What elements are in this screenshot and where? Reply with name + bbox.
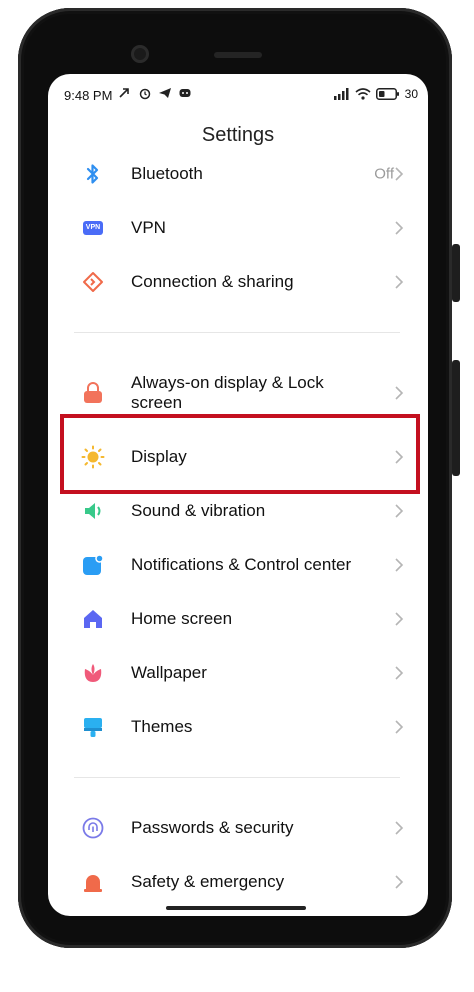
chevron-right-icon <box>395 221 404 235</box>
settings-item-label: Themes <box>131 717 193 736</box>
bluetooth-icon <box>81 162 105 186</box>
settings-item-label: Bluetooth <box>131 164 203 183</box>
display-highlight-box <box>60 414 420 494</box>
settings-item-connection-sharing[interactable]: Connection & sharing <box>48 255 428 309</box>
settings-item-label: Connection & sharing <box>131 272 294 291</box>
home-icon <box>81 607 105 631</box>
volume-button <box>452 244 460 302</box>
earpiece-speaker <box>214 52 262 58</box>
settings-item-label: Sound & vibration <box>131 501 266 520</box>
chevron-right-icon <box>395 167 404 181</box>
vpn-icon: VPN <box>81 216 105 240</box>
flower-icon <box>81 661 105 685</box>
status-system-icons: 30 <box>333 87 418 101</box>
section-divider <box>74 332 400 333</box>
settings-screen: 9:48 PM 30 Settings Bluetooth Off VPN VP… <box>48 74 428 916</box>
chevron-right-icon <box>395 504 404 518</box>
alarm-icon <box>139 88 151 100</box>
chevron-right-icon <box>395 386 404 400</box>
front-camera <box>131 45 149 63</box>
missed-call-icon <box>119 88 129 98</box>
settings-item-label: Home screen <box>131 609 233 628</box>
settings-item-always-on-display[interactable]: Always-on display & Lock screen <box>48 367 428 419</box>
paintbrush-icon <box>81 715 105 739</box>
connection-sharing-icon <box>81 270 105 294</box>
page-title: Settings <box>201 124 275 146</box>
fingerprint-icon <box>81 816 105 840</box>
settings-item-notifications[interactable]: Notifications & Control center <box>48 538 428 592</box>
vpn-icon-text: VPN <box>82 221 104 235</box>
home-gesture-bar[interactable] <box>166 906 306 910</box>
wifi-icon <box>355 88 371 100</box>
chevron-right-icon <box>395 821 404 835</box>
settings-item-label: Wallpaper <box>131 663 207 682</box>
notification-icon <box>81 553 105 577</box>
settings-item-label: Always-on display & Lock screen <box>131 373 324 412</box>
power-button <box>452 360 460 476</box>
settings-item-themes[interactable]: Themes <box>48 700 428 754</box>
settings-item-bluetooth[interactable]: Bluetooth Off <box>48 147 428 201</box>
siren-icon <box>81 870 105 894</box>
section-divider <box>74 777 400 778</box>
settings-item-label: Safety & emergency <box>131 872 285 891</box>
settings-item-label: Notifications & Control center <box>131 555 352 574</box>
battery-icon <box>375 88 399 100</box>
chevron-right-icon <box>395 612 404 626</box>
settings-item-safety-emergency[interactable]: Safety & emergency <box>48 855 428 909</box>
speaker-icon <box>81 499 105 523</box>
battery-percent: 30 <box>404 87 418 101</box>
settings-item-home-screen[interactable]: Home screen <box>48 592 428 646</box>
chevron-right-icon <box>395 558 404 572</box>
lock-icon <box>81 381 105 405</box>
settings-item-label: VPN <box>131 218 166 237</box>
chevron-right-icon <box>395 275 404 289</box>
signal-icon <box>333 88 349 100</box>
settings-item-label: Passwords & security <box>131 818 294 837</box>
chevron-right-icon <box>395 666 404 680</box>
settings-item-passwords-security[interactable]: Passwords & security <box>48 801 428 855</box>
chevron-right-icon <box>395 720 404 734</box>
bluetooth-status: Off <box>374 165 394 183</box>
discord-icon <box>179 89 191 97</box>
settings-item-vpn[interactable]: VPN VPN <box>48 201 428 255</box>
chevron-right-icon <box>395 875 404 889</box>
status-bar: 9:48 PM 30 <box>48 74 428 116</box>
status-time: 9:48 PM <box>64 88 113 103</box>
status-notification-icons <box>118 86 192 100</box>
telegram-icon <box>159 88 171 98</box>
settings-item-wallpaper[interactable]: Wallpaper <box>48 646 428 700</box>
